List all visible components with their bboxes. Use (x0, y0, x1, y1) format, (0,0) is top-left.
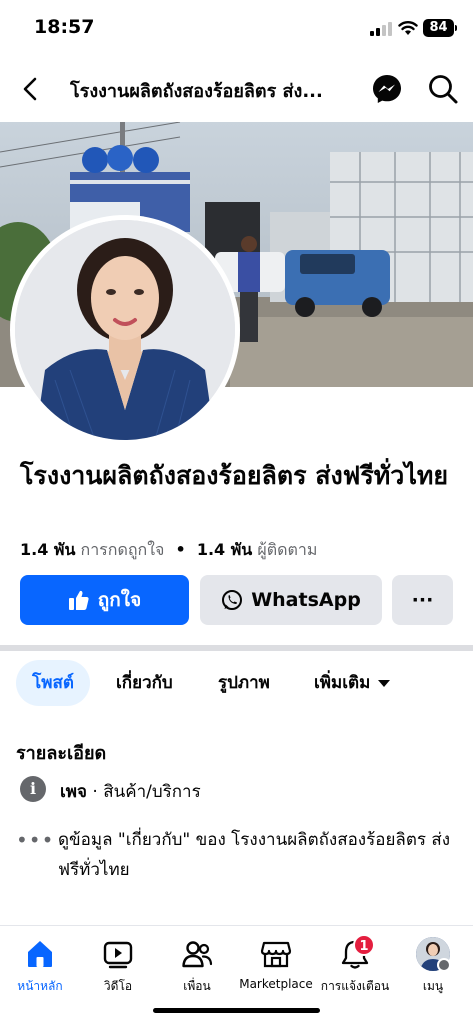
followers-count: 1.4 พัน (196, 540, 253, 559)
nav-marketplace-label: Marketplace (239, 977, 313, 991)
battery-tip (455, 25, 457, 31)
nav-menu[interactable]: เมนู (393, 926, 473, 996)
thumbs-up-icon (68, 590, 89, 610)
search-icon[interactable] (426, 72, 460, 106)
caret-down-icon (378, 679, 391, 687)
profile-picture[interactable] (10, 215, 240, 445)
info-icon: i (20, 776, 46, 802)
messenger-icon[interactable] (370, 72, 404, 106)
home-indicator (153, 1008, 320, 1013)
nav-marketplace[interactable]: Marketplace (236, 926, 316, 996)
whatsapp-button[interactable]: WhatsApp (200, 575, 382, 625)
category-prefix: เพจ (60, 782, 87, 802)
nav-header: โรงงานผลิตถังสองร้อยลิตร ส่ง... (0, 62, 473, 116)
signal-icon (370, 22, 392, 36)
more-dots-icon: ••• (16, 828, 55, 852)
section-divider (0, 645, 473, 651)
video-icon (103, 941, 133, 969)
nav-friends-label: เพื่อน (183, 979, 211, 993)
tab-more-label: เพิ่มเติม (314, 673, 371, 693)
nav-video-label: วิดีโอ (103, 979, 133, 993)
back-icon[interactable] (18, 74, 44, 104)
marketplace-icon (260, 941, 292, 968)
status-time: 18:57 (34, 16, 95, 38)
wifi-icon (398, 21, 418, 35)
like-button[interactable]: ถูกใจ (20, 575, 189, 625)
nav-notifications-label: การแจ้งเตือน (320, 979, 390, 993)
profile-picture-image (15, 220, 235, 440)
nav-video[interactable]: วิดีโอ (78, 926, 158, 996)
tab-posts[interactable]: โพสต์ (16, 660, 90, 706)
category-value: สินค้า/บริการ (103, 782, 201, 802)
page-stats: 1.4 พัน การกดถูกใจ • 1.4 พัน ผู้ติดตาม (20, 538, 317, 563)
tab-more[interactable]: เพิ่มเติม (314, 660, 391, 706)
more-options-label: ··· (411, 589, 434, 611)
category-separator: · (86, 782, 104, 802)
likes-count: 1.4 พัน (20, 540, 76, 559)
page-tabs: โพสต์ เกี่ยวกับ รูปภาพ เพิ่มเติม (0, 660, 473, 708)
menu-overflow-icon (437, 958, 451, 972)
tab-photos[interactable]: รูปภาพ (218, 660, 270, 706)
nav-friends[interactable]: เพื่อน (157, 926, 237, 996)
likes-label[interactable]: การกดถูกใจ (81, 540, 165, 559)
whatsapp-button-label: WhatsApp (251, 589, 361, 611)
more-options-button[interactable]: ··· (392, 575, 453, 625)
tab-about[interactable]: เกี่ยวกับ (116, 660, 173, 706)
page-category: เพจ · สินค้า/บริการ (60, 778, 201, 805)
details-heading: รายละเอียด (16, 743, 107, 764)
nav-home-label: หน้าหลัก (17, 979, 63, 993)
friends-icon (182, 941, 213, 968)
nav-menu-label: เมนู (422, 979, 444, 993)
page-title: โรงงานผลิตถังสองร้อยลิตร ส่งฟรีทั่วไทย (20, 461, 449, 490)
notification-badge: 1 (353, 934, 375, 956)
home-icon (28, 941, 52, 967)
stats-separator: • (175, 540, 186, 559)
about-info-link[interactable]: ดูข้อมูล "เกี่ยวกับ" ของ โรงงานผลิตถังสอ… (58, 825, 458, 885)
followers-label[interactable]: ผู้ติดตาม (257, 540, 317, 559)
status-bar: 18:57 84 (0, 0, 473, 56)
battery-indicator: 84 (423, 19, 454, 37)
like-button-label: ถูกใจ (97, 589, 142, 611)
nav-home[interactable]: หน้าหลัก (0, 926, 80, 996)
header-title: โรงงานผลิตถังสองร้อยลิตร ส่ง... (70, 81, 323, 102)
whatsapp-icon (222, 589, 243, 611)
